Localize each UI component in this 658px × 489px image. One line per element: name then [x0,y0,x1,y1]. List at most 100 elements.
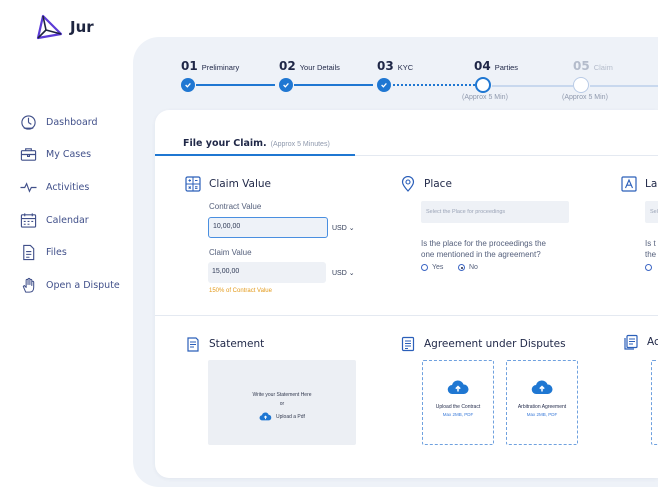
arbitration-agreement-dropzone[interactable]: Arbitration Agreement Max 2MB, PDF [506,360,578,445]
step-parties-duration: (Approx 5 Min) [462,94,508,101]
sidebar-item-files[interactable]: Files [19,236,120,269]
agreement-heading: Agreement under Disputes [400,336,566,352]
place-radio-no[interactable]: No [458,264,478,271]
step-number: 04 [474,59,491,73]
statement-upload-button[interactable]: Upload a Pdf [208,412,356,421]
contract-currency-select[interactable]: USD ⌄ [332,224,355,232]
step-parties[interactable]: 04 Parties [474,57,518,75]
place-question: Is the place for the proceedings the one… [421,238,546,260]
hand-icon [19,276,37,294]
step-label: KYC [397,63,414,72]
section-title: Claim Value [209,178,272,190]
step-claim-duration: (Approx 5 Min) [562,94,608,101]
tab-duration: (Approx 5 Minutes) [270,141,330,148]
statement-placeholder: Write your Statement Here [252,392,312,398]
step-number: 03 [377,59,394,73]
section-title: Agreement under Disputes [424,338,566,350]
sidebar-item-label: Files [46,247,67,259]
dropzone-label: Arbitration Agreement [517,404,567,410]
statement-input-area[interactable]: Write your Statement Here or Upload a Pd… [208,360,356,445]
app-name: Jur [70,18,94,36]
claim-value-label: Claim Value [209,248,252,257]
step-label: Parties [494,63,519,72]
tab-file-claim[interactable]: File your Claim. (Approx 5 Minutes) [183,133,330,151]
cloud-upload-icon [259,412,272,421]
section-title: Place [424,178,452,190]
step-connector [590,85,658,87]
documents-icon [624,334,638,350]
place-select[interactable]: Select the Place for proceedings [421,201,569,223]
question-line: one mentioned in the agreement? [421,250,541,259]
step-number: 05 [573,59,590,73]
step-number: 02 [279,59,296,73]
location-pin-icon [401,176,415,192]
radio-circle [645,264,652,271]
claim-currency-select[interactable]: USD ⌄ [332,269,355,277]
radio-circle-selected [458,264,465,271]
sidebar-item-my-cases[interactable]: My Cases [19,139,120,172]
currency-value: USD [332,270,347,277]
step-label: Your Details [299,63,340,72]
document-list-icon [401,336,415,352]
step-connector [196,84,275,86]
place-radio-yes[interactable]: Yes [421,264,443,271]
step-current-indicator [475,77,491,93]
dropzone-limit: Max 2MB, PDF [526,412,558,417]
sidebar-item-label: My Cases [46,149,92,161]
document-edit-icon [187,337,199,352]
app-logo[interactable]: Jur [34,12,94,42]
step-done-check-icon [279,78,293,92]
calculator-icon [185,176,201,192]
briefcase-icon [19,146,37,164]
step-kyc[interactable]: 03 KYC [377,57,413,75]
activity-pulse-icon [19,178,37,196]
file-icon [19,244,37,262]
contract-value-input[interactable]: 10,00,00 [208,217,328,238]
radio-circle [421,264,428,271]
language-question: Is t the [645,238,656,260]
language-select[interactable]: Sel [645,201,658,223]
sidebar-item-label: Open a Dispute [46,279,120,291]
section-title: Statement [209,338,265,350]
currency-value: USD [332,225,347,232]
sidebar-item-activities[interactable]: Activities [19,171,120,204]
step-claim[interactable]: 05 Claim [573,57,613,75]
step-label: Preliminary [201,63,240,72]
contract-value-label: Contract Value [209,202,262,211]
language-heading: La [621,176,657,192]
claim-value-input[interactable]: 15,00,00 [208,262,326,283]
sidebar-item-label: Dashboard [46,116,98,128]
calendar-icon [19,211,37,229]
dropzone-limit: Max 2MB, PDF [442,412,474,417]
question-line: the [645,250,657,259]
additional-docs-heading: Ac [623,334,658,350]
additional-dropzone[interactable] [651,360,658,445]
tab-title: File your Claim. [183,138,267,149]
sidebar-item-open-dispute[interactable]: Open a Dispute [19,269,120,302]
claim-value-hint: 150% of Contract Value [209,288,272,294]
upload-label: Upload a Pdf [276,413,305,420]
sidebar-item-label: Activities [46,181,90,193]
sidebar-item-calendar[interactable]: Calendar [19,204,120,237]
sidebar-item-dashboard[interactable]: Dashboard [19,106,120,139]
place-heading: Place [400,176,452,192]
section-title: La [645,178,658,190]
step-your-details[interactable]: 02 Your Details [279,57,340,75]
question-line: Is the place for the proceedings the [421,239,546,248]
dropzone-label: Upload the Contract [435,404,481,410]
question-line: Is t [645,239,656,248]
step-connector [294,84,373,86]
cloud-upload-icon [531,380,553,395]
claim-value-heading: Claim Value [185,176,271,192]
radio-label: Yes [432,264,444,271]
step-preliminary[interactable]: 01 Preliminary [181,57,239,75]
cloud-upload-icon [447,380,469,395]
upload-contract-dropzone[interactable]: Upload the Contract Max 2MB, PDF [422,360,494,445]
step-connector [393,84,475,86]
statement-or: or [279,401,285,407]
section-title: Ac [647,336,658,348]
step-done-check-icon [181,78,195,92]
statement-heading: Statement [185,336,264,352]
language-radio-yes[interactable] [645,264,656,271]
claim-form-card: File your Claim. (Approx 5 Minutes) Claim… [155,110,658,478]
